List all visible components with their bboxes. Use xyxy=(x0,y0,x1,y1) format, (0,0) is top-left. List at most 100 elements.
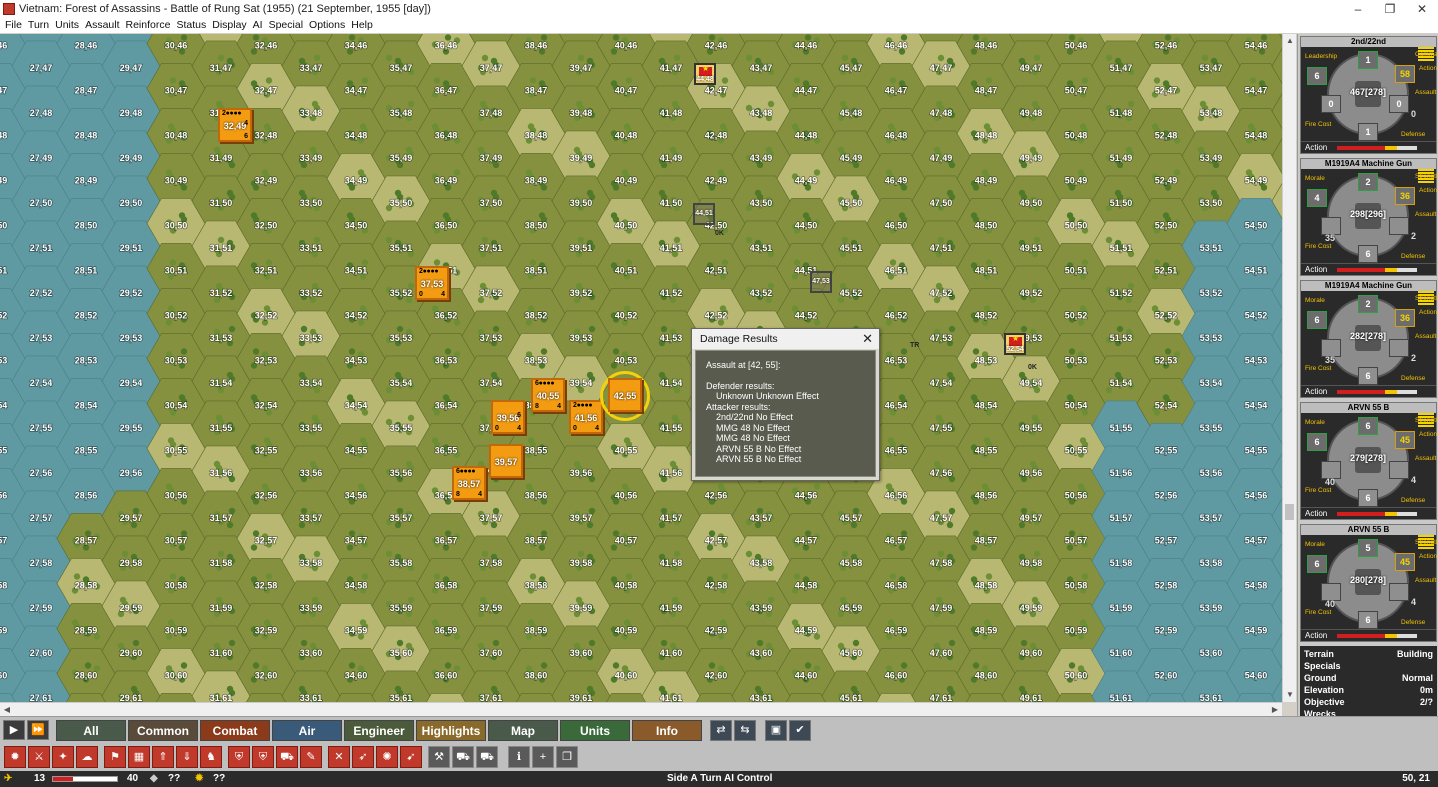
hex-coordinate-label: 35,47 xyxy=(390,63,413,73)
pulse-icon[interactable]: ✺ xyxy=(376,746,398,768)
enemy-marker[interactable]: 52,54 xyxy=(1004,333,1026,355)
scroll-right-icon[interactable]: ▶ xyxy=(1268,703,1282,717)
rally-icon[interactable]: ⚑ xyxy=(104,746,126,768)
attack-icon[interactable]: ✕ xyxy=(328,746,350,768)
menu-status[interactable]: Status xyxy=(173,18,209,33)
wreck-marker[interactable]: 44,51 xyxy=(693,203,715,225)
unit-counter[interactable]: 6●●●● 40,55 8 4 xyxy=(531,378,565,412)
tree-icon xyxy=(407,414,415,422)
stat-pip-top: 2 xyxy=(1358,173,1378,191)
check-icon[interactable]: ✔ xyxy=(789,720,811,741)
menu-assault[interactable]: Assault xyxy=(82,18,122,33)
action-bar xyxy=(1337,268,1385,272)
tab-air[interactable]: Air xyxy=(272,720,342,741)
transport-icon[interactable]: ⛟ xyxy=(476,746,498,768)
menu-turn[interactable]: Turn xyxy=(25,18,52,33)
tab-all[interactable]: All xyxy=(56,720,126,741)
hex-coordinate-label: 38,59 xyxy=(525,626,548,636)
hex-coordinate-label: 52,53 xyxy=(1155,356,1178,366)
enemy-label: 44,48 xyxy=(696,76,714,83)
tree-icon xyxy=(169,573,177,580)
hex-coordinate-label: 48,57 xyxy=(975,536,998,546)
load-icon[interactable]: ⇑ xyxy=(152,746,174,768)
fire-icon[interactable]: ✹ xyxy=(4,746,26,768)
unit-counter[interactable]: 6●●●● 38,57 8 4 xyxy=(452,466,486,500)
hex-grid[interactable]: 26,46 26,47 26,48 26,49 26,50 26,51 26,52 26,53… xyxy=(0,34,1282,702)
hex-map[interactable]: 26,46 26,47 26,48 26,49 26,50 26,51 26,52 26,53… xyxy=(0,34,1282,702)
scroll-down-icon[interactable]: ▼ xyxy=(1283,688,1297,702)
unit-counter[interactable]: 39,57 xyxy=(489,444,523,478)
vehicle-icon[interactable]: ⛟ xyxy=(276,746,298,768)
unit-card[interactable]: ARVN 55 B Morale 6 5 Strength 45 Action Assault… xyxy=(1300,524,1438,642)
minimize-button[interactable]: – xyxy=(1342,0,1374,18)
vehicle-alt-icon[interactable]: ⛟ xyxy=(452,746,474,768)
scroll-up-icon[interactable]: ▲ xyxy=(1283,34,1297,48)
stat-value: 40 xyxy=(1325,477,1336,487)
action-bar-white xyxy=(1397,634,1417,638)
hex-coordinate-label: 27,52 xyxy=(30,288,53,298)
dialog-title-bar[interactable]: Damage Results ✕ xyxy=(692,329,879,349)
unit-card[interactable]: M1919A4 Machine Gun Morale 4 2 Strength 36 Act… xyxy=(1300,158,1438,276)
menu-special[interactable]: Special xyxy=(266,18,306,33)
tab-common[interactable]: Common xyxy=(128,720,198,741)
mount-icon[interactable]: ♞ xyxy=(200,746,222,768)
map-horizontal-scrollbar[interactable]: ◀ ▶ xyxy=(0,702,1282,716)
wreck-marker[interactable]: 47,53 xyxy=(810,271,832,293)
add-icon[interactable]: + xyxy=(532,746,554,768)
info-icon[interactable]: ℹ xyxy=(508,746,530,768)
fast-forward-icon[interactable]: ⏩ xyxy=(27,720,49,740)
menu-options[interactable]: Options xyxy=(306,18,348,33)
menu-ai[interactable]: AI xyxy=(250,18,266,33)
menu-reinforce[interactable]: Reinforce xyxy=(123,18,174,33)
damage-results-dialog[interactable]: Damage Results ✕ Assault at [42, 55]: De… xyxy=(691,328,880,481)
direct-fire-icon[interactable]: ➶ xyxy=(352,746,374,768)
stat-pip-bottom: 6 xyxy=(1358,611,1378,629)
engineer-icon[interactable]: ⚒ xyxy=(428,746,450,768)
assault-icon[interactable]: ⚔ xyxy=(28,746,50,768)
hex-coordinate-label: 40,48 xyxy=(615,131,638,141)
unit-counter[interactable]: 2●●●● 41,56 0 4 xyxy=(569,400,603,434)
map-vertical-scrollbar[interactable]: ▲ ▼ xyxy=(1282,34,1296,702)
selected-unit-counter[interactable]: 42,55 xyxy=(608,378,642,412)
hex-coordinate-label: 41,49 xyxy=(660,153,683,163)
unload-icon[interactable]: ⇓ xyxy=(176,746,198,768)
menu-help[interactable]: Help xyxy=(348,18,376,33)
save-icon[interactable]: ▣ xyxy=(765,720,787,741)
expand-icon[interactable]: ⇄ xyxy=(710,720,732,741)
shield-alt-icon[interactable]: ⛨ xyxy=(252,746,274,768)
dig-in-icon[interactable]: ▦ xyxy=(128,746,150,768)
maximize-button[interactable]: ❐ xyxy=(1374,0,1406,18)
hex-coordinate-label: 54,49 xyxy=(1245,176,1268,186)
action-row: Action xyxy=(1301,629,1436,641)
scroll-left-icon[interactable]: ◀ xyxy=(0,703,14,717)
shield-icon[interactable]: ⛨ xyxy=(228,746,250,768)
tree-icon xyxy=(346,212,354,219)
hex-coordinate-label: 33,47 xyxy=(300,63,323,73)
spray-icon[interactable]: ✎ xyxy=(300,746,322,768)
unit-counter[interactable]: 2●●●● 37,53 0 4 xyxy=(415,266,449,300)
tab-info[interactable]: Info xyxy=(632,720,702,741)
enemy-marker[interactable]: 44,48 xyxy=(694,63,716,85)
collapse-icon[interactable]: ⇆ xyxy=(734,720,756,741)
unit-card[interactable]: 2nd/22nd Leadership 6 1 Command58 Action Assau… xyxy=(1300,36,1438,154)
unit-counter[interactable]: 2●●●● 32,49 4 6 xyxy=(218,108,252,142)
layers-icon[interactable]: ❐ xyxy=(556,746,578,768)
smoke-icon[interactable]: ☁ xyxy=(76,746,98,768)
tab-units[interactable]: Units xyxy=(560,720,630,741)
bombard-icon[interactable]: ✦ xyxy=(52,746,74,768)
menu-display[interactable]: Display xyxy=(209,18,249,33)
menu-units[interactable]: Units xyxy=(52,18,82,33)
unit-card[interactable]: ARVN 55 B Morale 6 6 Strength 45 Action Assault… xyxy=(1300,402,1438,520)
tab-combat[interactable]: Combat xyxy=(200,720,270,741)
unit-counter[interactable]: 39,56 6 0 4 xyxy=(491,400,525,434)
tab-engineer[interactable]: Engineer xyxy=(344,720,414,741)
dialog-close-icon[interactable]: ✕ xyxy=(862,329,873,349)
tab-highlights[interactable]: Highlights xyxy=(416,720,486,741)
unit-card[interactable]: M1919A4 Machine Gun Morale 6 2 Strength 36 Act… xyxy=(1300,280,1438,398)
close-button[interactable]: ✕ xyxy=(1406,0,1438,18)
tab-map[interactable]: Map xyxy=(488,720,558,741)
play-icon[interactable]: ▶ xyxy=(3,720,25,740)
menu-file[interactable]: File xyxy=(2,18,25,33)
arty-icon[interactable]: ➹ xyxy=(400,746,422,768)
scroll-thumb[interactable] xyxy=(1285,504,1294,520)
